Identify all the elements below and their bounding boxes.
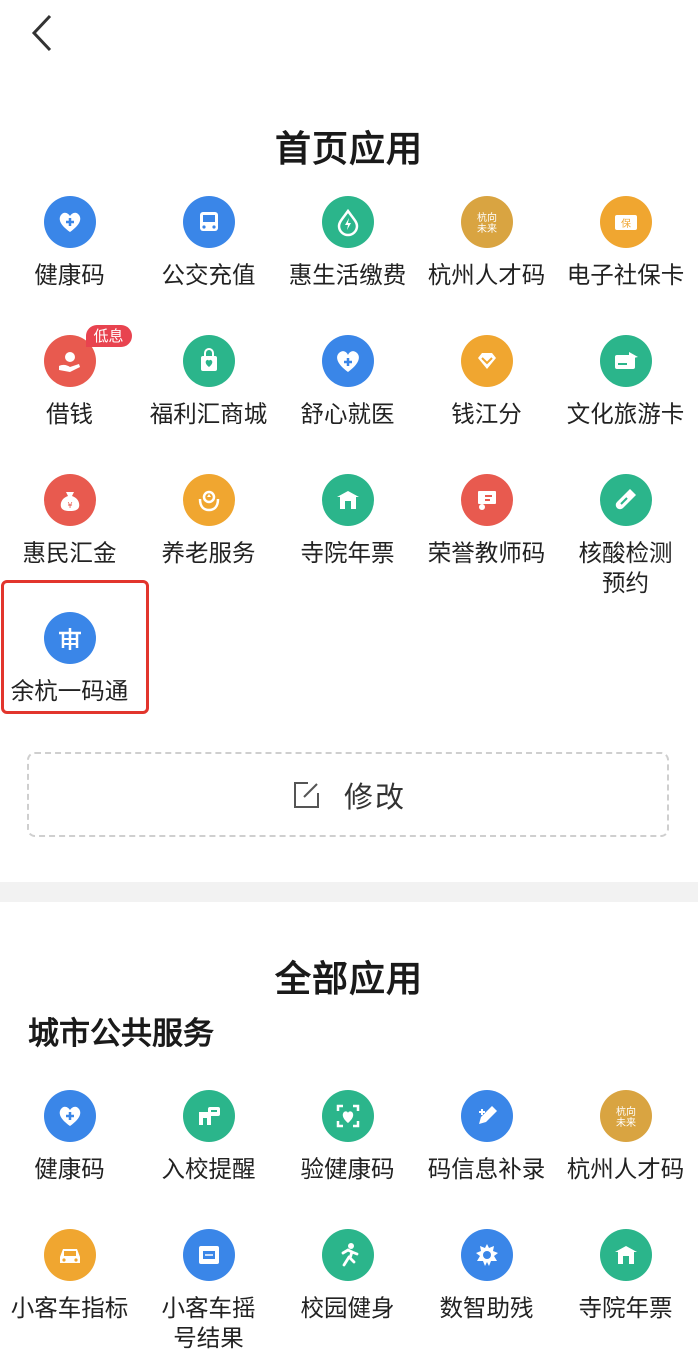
- app-label: 杭州人才码: [566, 1155, 685, 1183]
- app-label: 惠生活缴费: [288, 261, 407, 289]
- all-app-tile[interactable]: 寺院年票: [556, 1229, 695, 1323]
- home-app-tile[interactable]: 舒心就医: [278, 335, 417, 429]
- test-tube-icon: [599, 474, 652, 526]
- svg-text:未来: 未来: [616, 1117, 636, 1129]
- app-label: 荣誉教师码: [427, 539, 546, 567]
- hand-coin-icon: 低息: [43, 325, 132, 387]
- app-label: 文化旅游卡: [566, 400, 685, 428]
- temple-icon: [599, 1229, 652, 1281]
- all-app-tile[interactable]: 校园健身: [278, 1229, 417, 1323]
- home-app-tile[interactable]: 核酸检测预约: [556, 474, 695, 598]
- home-app-tile[interactable]: 寺院年票: [278, 474, 417, 568]
- highlight-box: [1, 580, 149, 714]
- app-label: 寺院年票: [300, 539, 395, 567]
- edit-button[interactable]: 修改: [27, 752, 669, 837]
- shopping-bag-icon: [182, 335, 235, 387]
- all-app-tile[interactable]: 码信息补录: [417, 1090, 556, 1184]
- app-label: 杭州人才码: [427, 261, 546, 289]
- home-app-tile[interactable]: 荣誉教师码: [417, 474, 556, 568]
- hangzhou-talent-logo-icon: 杭向 未来: [599, 1090, 652, 1142]
- chevron-left-icon: [31, 14, 52, 52]
- lottery-result-icon: [182, 1229, 235, 1281]
- all-app-tile[interactable]: 健康码: [0, 1090, 139, 1184]
- app-label: 健康码: [34, 1155, 105, 1183]
- home-app-tile[interactable]: 惠生活缴费: [278, 196, 417, 290]
- app-label: 电子社保卡: [566, 261, 685, 289]
- home-app-tile[interactable]: 文化旅游卡: [556, 335, 695, 429]
- edit-pen-icon: [460, 1090, 513, 1142]
- app-label: 入校提醒: [161, 1155, 256, 1183]
- app-label: 寺院年票: [578, 1294, 673, 1322]
- app-label: 验健康码: [300, 1155, 395, 1183]
- home-app-tile[interactable]: 低息借钱: [0, 325, 139, 429]
- home-app-tile[interactable]: 健康码: [0, 196, 139, 290]
- all-app-tile[interactable]: 数智助残: [417, 1229, 556, 1323]
- app-label: 舒心就医: [300, 400, 395, 428]
- back-button[interactable]: [24, 10, 64, 56]
- hangzhou-talent-logo-icon: 杭向 未来: [460, 196, 513, 248]
- travel-card-icon: [599, 335, 652, 387]
- school-notice-icon: [182, 1090, 235, 1142]
- diamond-icon: [460, 335, 513, 387]
- car-icon: [43, 1229, 96, 1281]
- disability-aid-icon: [460, 1229, 513, 1281]
- svg-text:杭向: 杭向: [616, 1105, 636, 1118]
- app-label: 核酸检测预约: [578, 539, 673, 597]
- all-app-tile[interactable]: 入校提醒: [139, 1090, 278, 1184]
- home-app-tile[interactable]: 杭向 未来 杭州人才码: [417, 196, 556, 290]
- money-bag-icon: ¥: [43, 474, 96, 526]
- app-label: 养老服务: [161, 539, 256, 567]
- app-label: 码信息补录: [427, 1155, 546, 1183]
- all-apps-panel: 全部应用 城市公共服务 健康码 入校提醒 验健康码 码信息补录 杭向 未来 杭州人才码 小客车…: [0, 902, 698, 1364]
- scan-heart-icon: [321, 1090, 374, 1142]
- all-app-tile[interactable]: 小客车摇号结果: [139, 1229, 278, 1353]
- home-app-tile[interactable]: 钱江分: [417, 335, 556, 429]
- home-app-tile[interactable]: 养老服务: [139, 474, 278, 568]
- app-label: 惠民汇金: [22, 539, 117, 567]
- social-security-card-icon: 保: [599, 196, 652, 248]
- app-label: 数智助残: [439, 1294, 534, 1322]
- all-apps-title: 全部应用: [274, 959, 423, 1000]
- svg-text:杭向: 杭向: [477, 211, 497, 224]
- bolt-drop-icon: [321, 196, 374, 248]
- temple-icon: [321, 474, 374, 526]
- home-app-tile[interactable]: 保电子社保卡: [556, 196, 695, 290]
- all-app-tile[interactable]: 小客车指标: [0, 1229, 139, 1323]
- low-interest-badge: 低息: [85, 325, 132, 347]
- teacher-board-icon: [460, 474, 513, 526]
- edit-button-label: 修改: [343, 779, 406, 814]
- home-app-tile[interactable]: 公交充值: [139, 196, 278, 290]
- home-app-tile[interactable]: 福利汇商城: [139, 335, 278, 429]
- heart-plus-icon: [43, 1090, 96, 1142]
- app-label: 小客车摇号结果: [161, 1294, 256, 1352]
- app-label: 钱江分: [451, 400, 522, 428]
- svg-text:保: 保: [621, 217, 631, 230]
- home-apps-title: 首页应用: [274, 129, 423, 170]
- app-label: 校园健身: [300, 1294, 395, 1322]
- elderly-care-icon: [182, 474, 235, 526]
- home-apps-panel: 首页应用 健康码 公交充值 惠生活缴费 杭向 未来 杭州人才码保电子社保卡 低息 借钱 福利汇商…: [0, 0, 698, 882]
- app-label: 健康码: [34, 261, 105, 289]
- app-label: 借钱: [46, 400, 93, 428]
- app-label: 公交充值: [161, 261, 256, 289]
- edit-icon: [293, 781, 319, 808]
- all-app-tile[interactable]: 杭向 未来 杭州人才码: [556, 1090, 695, 1184]
- app-label: 福利汇商城: [149, 400, 268, 428]
- bus-icon: [182, 196, 235, 248]
- running-icon: [321, 1229, 374, 1281]
- svg-text:未来: 未来: [477, 223, 497, 235]
- heart-plus-icon: [43, 196, 96, 248]
- svg-text:¥: ¥: [67, 501, 72, 510]
- all-app-tile[interactable]: 验健康码: [278, 1090, 417, 1184]
- group-title-city-services: 城市公共服务: [28, 1016, 214, 1052]
- app-label: 小客车指标: [10, 1294, 129, 1322]
- home-app-tile[interactable]: ¥ 惠民汇金: [0, 474, 139, 568]
- medical-heart-icon: [321, 335, 374, 387]
